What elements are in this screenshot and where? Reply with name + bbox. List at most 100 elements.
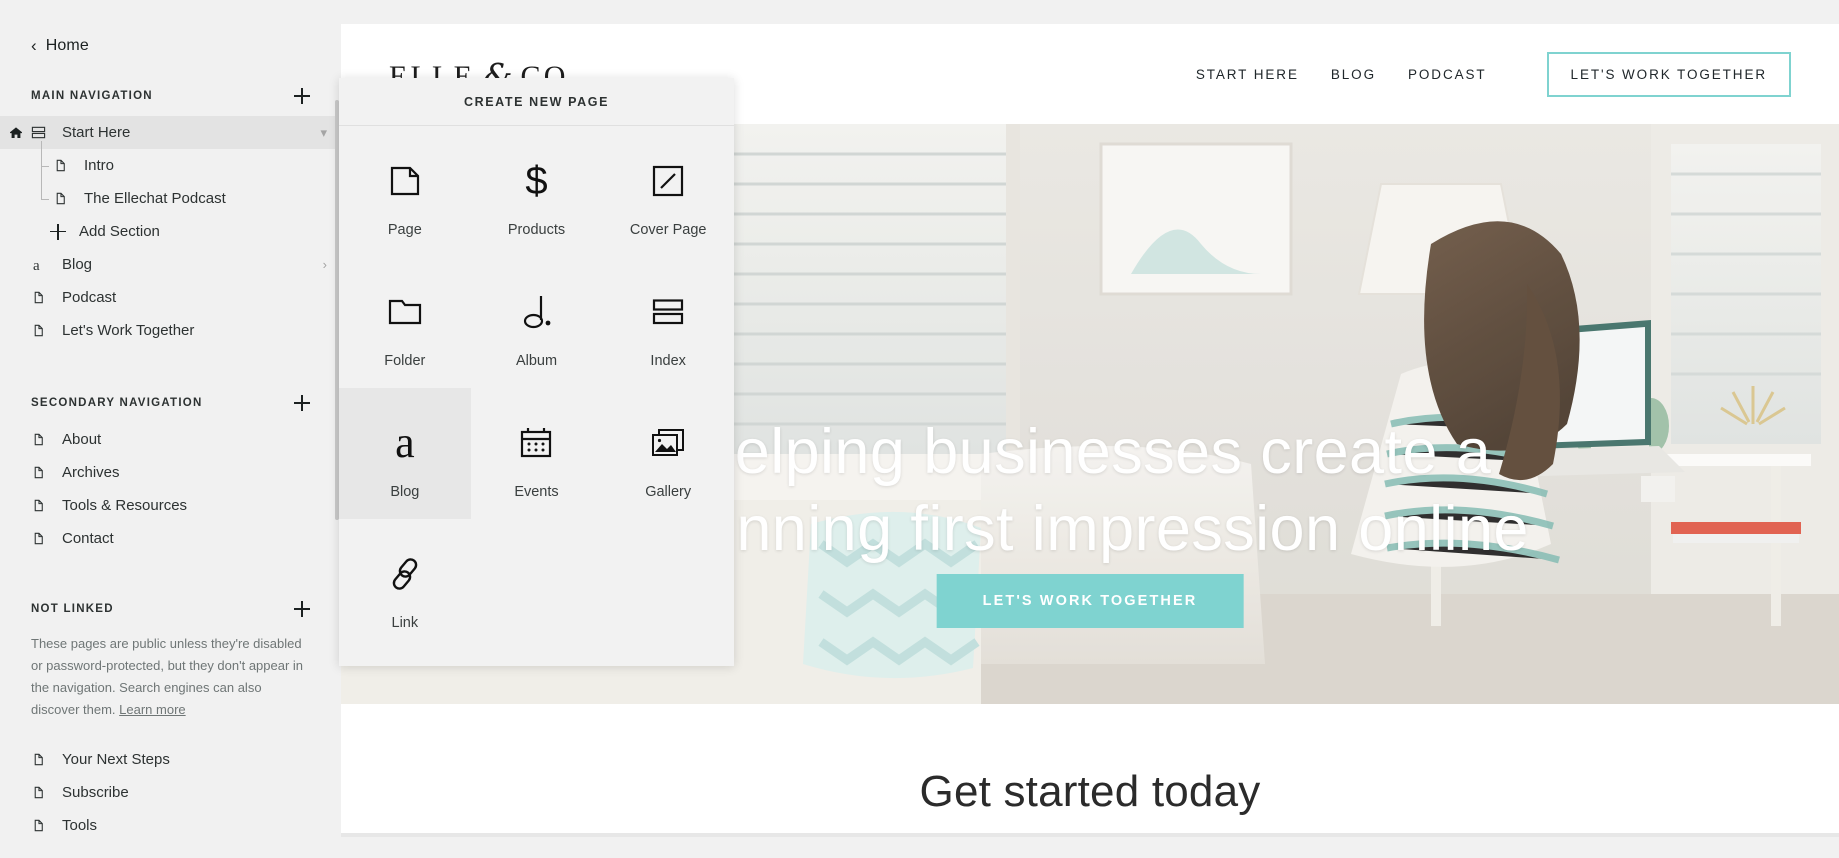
page-icon	[31, 432, 51, 447]
sidebar-item-archives[interactable]: Archives	[0, 456, 341, 489]
blog-icon: a	[31, 257, 51, 273]
folder-icon	[388, 289, 422, 335]
page-type-events[interactable]: Events	[471, 388, 603, 519]
sidebar-item-label: Contact	[62, 530, 114, 547]
site-nav-start-here[interactable]: START HERE	[1196, 67, 1299, 82]
page-icon	[31, 752, 51, 767]
page-type-label: Folder	[384, 353, 426, 369]
not-linked-list: Your Next Steps Subscribe Tools	[0, 743, 341, 842]
sidebar-subitem-label: The Ellechat Podcast	[84, 190, 226, 207]
page-icon	[31, 785, 51, 800]
section-title: SECONDARY NAVIGATION	[31, 397, 203, 409]
page-type-label: Events	[514, 484, 559, 500]
sidebar-item-podcast[interactable]: Podcast	[0, 281, 341, 314]
chevron-left-icon: ‹	[31, 35, 37, 55]
page-type-page[interactable]: Page	[339, 126, 471, 257]
sidebar-item-label: Tools & Resources	[62, 497, 188, 514]
add-page-main-navigation-button[interactable]	[291, 85, 313, 107]
page-type-label: Blog	[390, 484, 420, 500]
create-new-page-flyout: CREATE NEW PAGE Page $ Products Cover Pa…	[339, 78, 734, 666]
page-icon	[388, 158, 422, 204]
page-type-grid: Page $ Products Cover Page Folder Album …	[339, 126, 734, 650]
sidebar-item-contact[interactable]: Contact	[0, 522, 341, 555]
page-icon	[31, 818, 51, 833]
hero-cta-button[interactable]: LET'S WORK TOGETHER	[936, 574, 1244, 628]
sidebar-item-label: Start Here	[62, 124, 131, 141]
page-type-blog[interactable]: a Blog	[339, 388, 471, 519]
page-type-label: Cover Page	[629, 222, 707, 238]
page-type-label: Products	[507, 222, 566, 238]
tree-line-horizontal	[41, 198, 49, 200]
main-navigation-list: Start Here ▾ Intro The Ellechat Podcast	[0, 116, 341, 347]
add-section-button[interactable]: Add Section	[0, 215, 341, 248]
sidebar-item-about[interactable]: About	[0, 423, 341, 456]
page-type-label: Index	[650, 353, 686, 369]
page-type-album[interactable]: Album	[471, 257, 603, 388]
section-header-main-navigation: MAIN NAVIGATION	[0, 82, 341, 110]
site-nav-blog[interactable]: BLOG	[1331, 67, 1376, 82]
page-icon	[31, 323, 51, 338]
site-nav-podcast[interactable]: PODCAST	[1408, 67, 1487, 82]
tree-line-vertical	[41, 162, 42, 199]
sidebar-item-tools-and-resources[interactable]: Tools & Resources	[0, 489, 341, 522]
sidebar-item-label: Podcast	[62, 289, 117, 306]
section-title: MAIN NAVIGATION	[31, 90, 153, 102]
blog-a-icon: a	[395, 418, 415, 468]
sidebar-item-label: Tools	[62, 817, 98, 834]
section-title: NOT LINKED	[31, 603, 114, 615]
sidebar-item-subscribe[interactable]: Subscribe	[0, 776, 341, 809]
index-icon	[652, 289, 684, 335]
back-to-home-button[interactable]: ‹ Home	[0, 0, 341, 60]
page-type-link[interactable]: Link	[339, 519, 471, 650]
sidebar-item-label: Your Next Steps	[62, 751, 170, 768]
cover-page-icon	[652, 158, 684, 204]
music-note-icon	[521, 289, 551, 335]
app-root: ‹ Home MAIN NAVIGATION Start Here ▾ Intr…	[0, 0, 1839, 858]
secondary-navigation-list: About Archives Tools & Resources Contact	[0, 423, 341, 555]
dollar-icon: $	[525, 159, 548, 203]
page-icon	[31, 290, 51, 305]
page-type-products[interactable]: $ Products	[471, 126, 603, 257]
sidebar-subitem-intro[interactable]: Intro	[0, 141, 341, 182]
sidebar-item-label: Let's Work Together	[62, 322, 195, 339]
section-header-secondary-navigation: SECONDARY NAVIGATION	[0, 389, 341, 417]
calendar-icon	[520, 420, 552, 466]
sidebar-item-your-next-steps[interactable]: Your Next Steps	[0, 743, 341, 776]
page-icon	[31, 531, 51, 546]
page-type-label: Album	[515, 353, 558, 369]
page-icon	[53, 158, 73, 173]
not-linked-description: These pages are public unless they're di…	[0, 623, 341, 721]
home-icon	[9, 126, 23, 140]
tree-line-horizontal	[41, 165, 49, 167]
page-icon	[31, 498, 51, 513]
add-section-label: Add Section	[79, 223, 160, 240]
site-navigation: START HERE BLOG PODCAST LET'S WORK TOGET…	[1196, 51, 1791, 97]
add-page-not-linked-button[interactable]	[291, 598, 313, 620]
back-to-home-label: Home	[45, 37, 89, 54]
sidebar-item-start-here[interactable]: Start Here ▾	[0, 116, 341, 149]
index-icon	[31, 125, 51, 140]
sidebar-item-tools[interactable]: Tools	[0, 809, 341, 842]
sidebar-item-label: About	[62, 431, 102, 448]
page-type-folder[interactable]: Folder	[339, 257, 471, 388]
sidebar-item-blog[interactable]: a Blog ›	[0, 248, 341, 281]
page-icon	[31, 465, 51, 480]
sidebar-subitem-the-ellechat-podcast[interactable]: The Ellechat Podcast	[0, 162, 341, 215]
page-type-cover-page[interactable]: Cover Page	[602, 126, 734, 257]
gallery-icon	[651, 420, 685, 466]
page-type-index[interactable]: Index	[602, 257, 734, 388]
add-page-secondary-navigation-button[interactable]	[291, 392, 313, 414]
chevron-right-icon[interactable]: ›	[323, 258, 327, 271]
svg-text:a: a	[33, 258, 40, 273]
learn-more-link[interactable]: Learn more	[119, 702, 185, 717]
page-type-gallery[interactable]: Gallery	[602, 388, 734, 519]
page-type-label: Gallery	[645, 484, 692, 500]
flyout-title: CREATE NEW PAGE	[339, 78, 734, 126]
sidebar-item-label: Blog	[62, 256, 93, 273]
section-heading: Get started today	[919, 766, 1261, 816]
link-icon	[388, 551, 422, 597]
chevron-down-icon[interactable]: ▾	[320, 126, 327, 139]
site-nav-cta-button[interactable]: LET'S WORK TOGETHER	[1546, 51, 1791, 97]
sidebar-item-lets-work-together[interactable]: Let's Work Together	[0, 314, 341, 347]
page-icon	[53, 191, 73, 206]
